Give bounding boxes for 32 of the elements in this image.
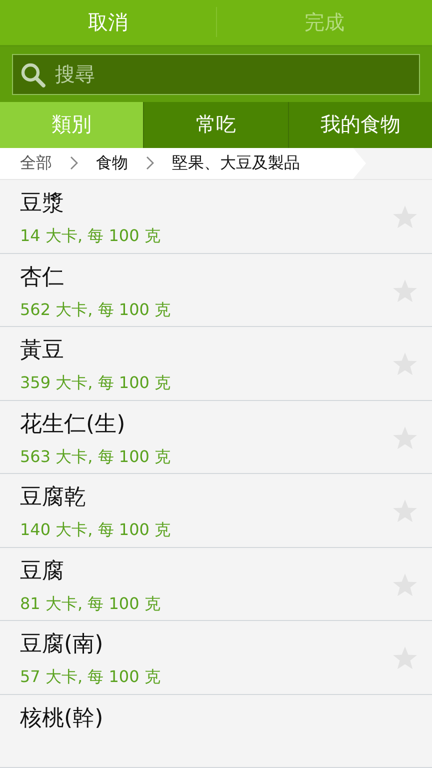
- breadcrumb-item[interactable]: 堅果、大豆及製品: [172, 152, 300, 174]
- breadcrumb-item[interactable]: 全部: [20, 152, 52, 174]
- food-row[interactable]: 杏仁 562 大卡, 每 100 克: [0, 254, 432, 327]
- food-row[interactable]: 豆腐(南) 57 大卡, 每 100 克: [0, 621, 432, 694]
- food-name: 豆腐乾: [20, 484, 86, 512]
- calorie-text: 563 大卡, 每 100 克: [20, 446, 171, 468]
- food-row[interactable]: 豆腐 81 大卡, 每 100 克: [0, 548, 432, 621]
- calorie-text: 57 大卡, 每 100 克: [20, 667, 160, 688]
- breadcrumb-item[interactable]: 食物: [96, 152, 128, 174]
- food-name: 花生仁(生): [20, 410, 126, 438]
- food-name: 黃豆: [20, 337, 64, 365]
- search-field[interactable]: 搜尋: [12, 54, 420, 95]
- food-name: 核桃(幹): [20, 704, 104, 732]
- food-name: 豆腐(南): [20, 631, 104, 659]
- food-name: 杏仁: [20, 264, 64, 292]
- food-row[interactable]: 豆腐乾 140 大卡, 每 100 克: [0, 474, 432, 548]
- calorie-text: 562 大卡, 每 100 克: [20, 300, 171, 320]
- food-name: 豆漿: [20, 190, 64, 218]
- search-icon: [20, 62, 46, 88]
- tab[interactable]: 常吃: [144, 102, 289, 148]
- food-row[interactable]: 豆漿 14 大卡, 每 100 克: [0, 180, 432, 254]
- chevron-icon: [70, 156, 78, 170]
- calorie-text: 359 大卡, 每 100 克: [20, 373, 171, 394]
- food-row[interactable]: 黃豆 359 大卡, 每 100 克: [0, 327, 432, 400]
- chevron-icon: [146, 156, 154, 170]
- food-name: 豆腐: [20, 558, 64, 586]
- calorie-text: 14 大卡, 每 100 克: [20, 226, 160, 247]
- tab[interactable]: 我的食物: [288, 102, 432, 148]
- food-row[interactable]: 花生仁(生) 563 大卡, 每 100 克: [0, 400, 432, 474]
- food-row[interactable]: 核桃(幹): [0, 694, 432, 768]
- calorie-text: 140 大卡, 每 100 克: [20, 520, 171, 541]
- calorie-text: 81 大卡, 每 100 克: [20, 594, 160, 614]
